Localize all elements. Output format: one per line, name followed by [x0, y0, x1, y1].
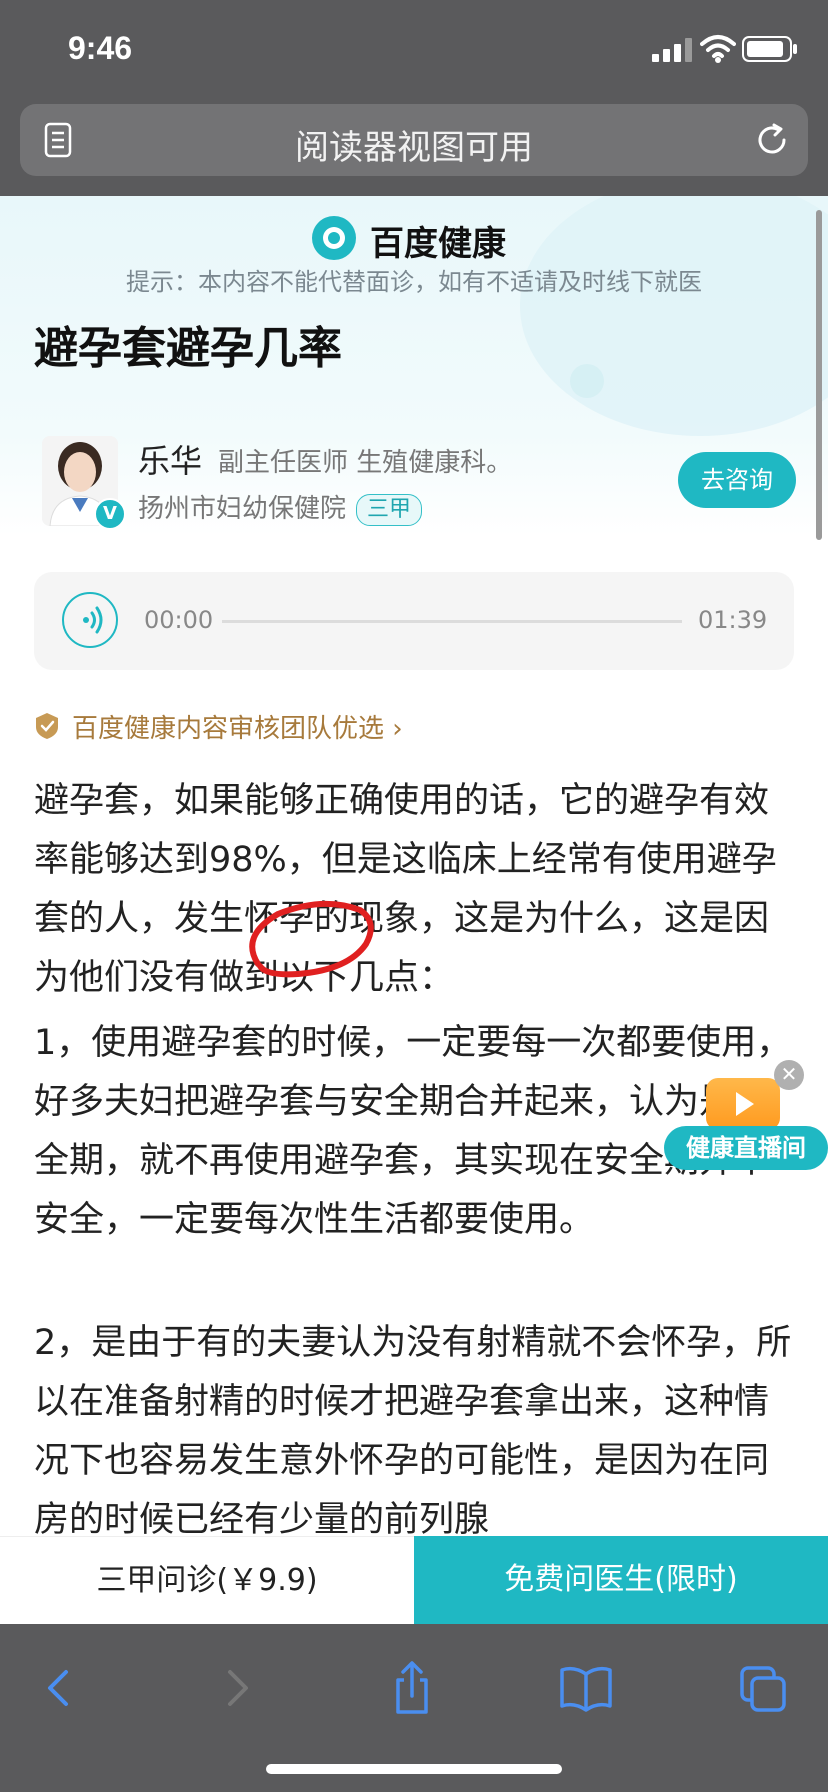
- free-ask-doctor-button[interactable]: 免费问医生(限时): [414, 1536, 828, 1624]
- reload-icon[interactable]: [754, 122, 790, 158]
- home-indicator[interactable]: [266, 1764, 562, 1774]
- brand-name: 百度健康: [370, 224, 506, 264]
- browser-toolbar: [0, 1624, 828, 1792]
- audio-wave-icon: [83, 606, 103, 634]
- consult-button[interactable]: 去咨询: [678, 452, 796, 508]
- decor-dot: [570, 364, 604, 398]
- header-banner: 百度健康 提示：本内容不能代替面诊，如有不适请及时线下就医 避孕套避孕几率 V …: [0, 196, 828, 536]
- audio-progress-track[interactable]: [222, 620, 682, 623]
- live-room-float[interactable]: ✕ 健康直播间: [664, 1060, 828, 1170]
- doctor-hospital: 扬州市妇幼保健院 三甲: [138, 488, 423, 526]
- url-bar[interactable]: 阅读器视图可用: [20, 104, 808, 176]
- web-page: 百度健康 提示：本内容不能代替面诊，如有不适请及时线下就医 避孕套避孕几率 V …: [0, 196, 828, 1536]
- live-room-label[interactable]: 健康直播间: [664, 1126, 828, 1170]
- status-bar: 9:46: [0, 0, 828, 100]
- status-time: 9:46: [68, 30, 133, 66]
- doctor-card: V 乐华 副主任医师 生殖健康科。 扬州市妇幼保健院 三甲 去咨询: [34, 436, 796, 532]
- decor-blob: [520, 196, 828, 436]
- signal-icon: [652, 38, 692, 62]
- chevron-right-icon: ›: [392, 714, 403, 744]
- share-icon[interactable]: [382, 1660, 442, 1716]
- forward-icon[interactable]: [206, 1660, 266, 1716]
- audio-player: 00:00 01:39: [34, 572, 794, 670]
- article-paragraph: 避孕套，如果能够正确使用的话，它的避孕有效率能够达到98%，但是这临床上经常有使…: [34, 781, 777, 998]
- verified-shield-icon: [36, 713, 58, 739]
- bookmarks-icon[interactable]: [556, 1660, 616, 1716]
- back-icon[interactable]: [30, 1660, 90, 1716]
- audio-duration: 01:39: [698, 606, 768, 634]
- scrollbar[interactable]: [816, 210, 822, 540]
- close-icon[interactable]: ✕: [774, 1060, 804, 1090]
- review-label: 百度健康内容审核团队优选 ›: [72, 708, 403, 745]
- paid-consult-button[interactable]: 三甲问诊(￥9.9): [0, 1536, 414, 1625]
- article-paragraph: 2，是由于有的夫妻认为没有射精就不会怀孕，所以在准备射精的时候才把避孕套拿出来，…: [34, 1323, 792, 1536]
- audio-current-time: 00:00: [144, 606, 214, 634]
- hospital-name: 扬州市妇幼保健院: [138, 494, 347, 524]
- tabs-icon[interactable]: [734, 1660, 794, 1716]
- live-play-icon: [706, 1078, 780, 1130]
- verified-badge-icon: V: [94, 498, 126, 530]
- battery-icon: [742, 36, 797, 62]
- wifi-icon: [700, 35, 736, 63]
- url-text[interactable]: 阅读器视图可用: [20, 120, 808, 169]
- article-title: 避孕套避孕几率: [34, 323, 342, 374]
- review-text: 百度健康内容审核团队优选: [72, 714, 385, 744]
- bottom-action-bar: 三甲问诊(￥9.9) 免费问医生(限时): [0, 1536, 828, 1624]
- brand-logo-icon: [312, 216, 356, 260]
- disclaimer-hint: 提示：本内容不能代替面诊，如有不适请及时线下就医: [126, 268, 702, 296]
- hospital-grade-badge: 三甲: [356, 493, 423, 526]
- red-annotation-circle: [249, 900, 374, 978]
- doctor-title: 副主任医师 生殖健康科。: [218, 448, 513, 478]
- browser-chrome-top: 9:46 阅读器视图可用: [0, 0, 828, 196]
- doctor-name: 乐华: [138, 442, 203, 480]
- audio-play-button[interactable]: [62, 592, 118, 648]
